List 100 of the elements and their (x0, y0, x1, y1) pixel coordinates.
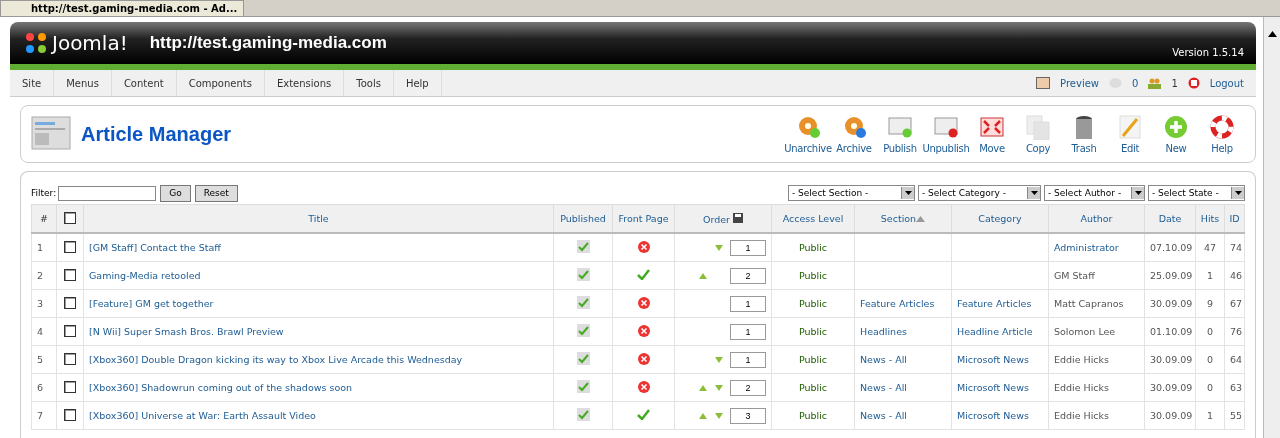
down-arrow-icon[interactable] (715, 244, 723, 251)
up-arrow-icon[interactable] (699, 412, 707, 419)
column-header[interactable]: Published (553, 204, 613, 233)
order-input[interactable]: 1 (730, 323, 766, 340)
row-checkbox[interactable] (64, 268, 76, 281)
cross-icon[interactable] (637, 352, 650, 365)
menu-item[interactable]: Tools (344, 70, 394, 96)
article-title-link[interactable]: [Feature] GM get together (89, 298, 214, 309)
check-icon[interactable] (637, 269, 650, 280)
cross-icon[interactable] (637, 324, 650, 337)
down-arrow-icon[interactable] (715, 412, 723, 419)
column-header[interactable]: Front Page (612, 204, 675, 233)
column-header[interactable]: Title (83, 204, 554, 233)
article-title-link[interactable]: [Xbox360] Universe at War: Earth Assault Video (89, 410, 316, 421)
published-check-icon[interactable] (576, 352, 590, 365)
order-input[interactable]: 2 (730, 267, 766, 284)
toolbar-button[interactable]: New (1153, 114, 1199, 154)
menu-item[interactable]: Extensions (264, 70, 345, 96)
order-input[interactable]: 3 (730, 407, 766, 424)
toolbar-button[interactable]: Publish (877, 114, 923, 154)
reset-button[interactable]: Reset (194, 184, 238, 202)
menu-item[interactable]: Components (176, 70, 265, 96)
cross-icon[interactable] (637, 240, 650, 253)
column-header[interactable]: Hits (1195, 204, 1225, 233)
article-title-link[interactable]: Gaming-Media retooled (89, 270, 201, 281)
menu-item[interactable]: Menus (54, 70, 112, 96)
cross-icon[interactable] (637, 296, 650, 309)
access-level[interactable]: Public (798, 354, 828, 365)
published-check-icon[interactable] (576, 324, 590, 337)
down-arrow-icon[interactable] (715, 384, 723, 391)
section-link[interactable]: Headlines (860, 326, 907, 337)
select-dropdown[interactable]: - Select Section - (788, 185, 915, 201)
column-header[interactable]: Date (1144, 204, 1196, 233)
site-url: http://test.gaming-media.com (149, 33, 387, 53)
toolbar-button[interactable]: Edit (1107, 114, 1153, 154)
go-button[interactable]: Go (160, 184, 191, 202)
article-id: 55 (1230, 410, 1243, 421)
logout-link[interactable]: Logout (1209, 77, 1244, 89)
row-checkbox[interactable] (64, 324, 76, 337)
save-icon[interactable] (733, 212, 743, 223)
access-level[interactable]: Public (798, 270, 828, 281)
select-all-checkbox[interactable] (64, 211, 76, 224)
row-number: 2 (37, 270, 44, 281)
column-header[interactable]: Order (674, 204, 772, 233)
check-icon[interactable] (637, 409, 650, 420)
up-arrow-icon[interactable] (699, 384, 707, 391)
menu-item[interactable]: Content (111, 70, 177, 96)
up-arrow-icon[interactable] (699, 272, 707, 279)
toolbar-button[interactable]: Unarchive (785, 114, 831, 154)
row-checkbox[interactable] (64, 240, 76, 253)
toolbar-button[interactable]: Archive (831, 114, 877, 154)
published-check-icon[interactable] (576, 240, 590, 253)
column-header[interactable]: Section (854, 204, 952, 233)
cross-icon[interactable] (637, 380, 650, 393)
section-link[interactable]: News - All (860, 382, 907, 393)
menu-item[interactable]: Site (10, 70, 55, 96)
row-checkbox[interactable] (64, 352, 76, 365)
access-level[interactable]: Public (798, 410, 828, 421)
column-header[interactable]: Access Level (771, 204, 855, 233)
select-dropdown[interactable]: - Select Category - (918, 185, 1041, 201)
published-check-icon[interactable] (576, 296, 590, 309)
caret-icon (904, 191, 912, 195)
preview-link[interactable]: Preview (1060, 77, 1099, 89)
article-id: 67 (1230, 298, 1243, 309)
access-level[interactable]: Public (798, 326, 828, 337)
row-checkbox[interactable] (64, 408, 76, 421)
select-dropdown[interactable]: - Select State - (1148, 185, 1245, 201)
toolbar-button[interactable]: Unpublish (923, 114, 969, 154)
order-input[interactable]: 1 (730, 295, 766, 312)
date-text: 30.09.09 (1150, 410, 1193, 421)
published-check-icon[interactable] (576, 408, 590, 421)
toolbar-button[interactable]: Help (1199, 114, 1245, 154)
row-checkbox[interactable] (64, 380, 76, 393)
column-header[interactable]: Category (951, 204, 1049, 233)
message-count[interactable]: 0 (1132, 77, 1139, 89)
toolbar-button[interactable]: Move (969, 114, 1015, 154)
select-dropdown[interactable]: - Select Author - (1044, 185, 1145, 201)
down-arrow-icon[interactable] (715, 356, 723, 363)
toolbar-button[interactable]: Trash (1061, 114, 1107, 154)
published-check-icon[interactable] (576, 268, 590, 281)
row-checkbox[interactable] (64, 296, 76, 309)
order-input[interactable]: 1 (730, 351, 766, 368)
article-title-link[interactable]: [N Wii] Super Smash Bros. Brawl Preview (89, 326, 284, 337)
section-link[interactable]: News - All (860, 354, 907, 365)
order-input[interactable]: 2 (730, 379, 766, 396)
access-level[interactable]: Public (798, 382, 828, 393)
scroll-up-arrow-icon[interactable] (1267, 31, 1277, 37)
hits-count: 0 (1206, 382, 1213, 393)
filter-input[interactable] (58, 185, 157, 201)
article-title-link[interactable]: [GM Staff] Contact the Staff (89, 242, 221, 253)
section-link[interactable]: News - All (860, 410, 907, 421)
toolbar-button[interactable]: Copy (1015, 114, 1061, 154)
date-text: 25.09.09 (1150, 270, 1193, 281)
access-level[interactable]: Public (798, 298, 828, 309)
menu-item[interactable]: Help (393, 70, 442, 96)
browser-tab[interactable]: http://test.gaming-media.com - Ad... (0, 0, 245, 16)
order-input[interactable]: 1 (730, 239, 766, 256)
column-header[interactable]: Author (1048, 204, 1145, 233)
access-level[interactable]: Public (798, 242, 828, 253)
published-check-icon[interactable] (576, 380, 590, 393)
